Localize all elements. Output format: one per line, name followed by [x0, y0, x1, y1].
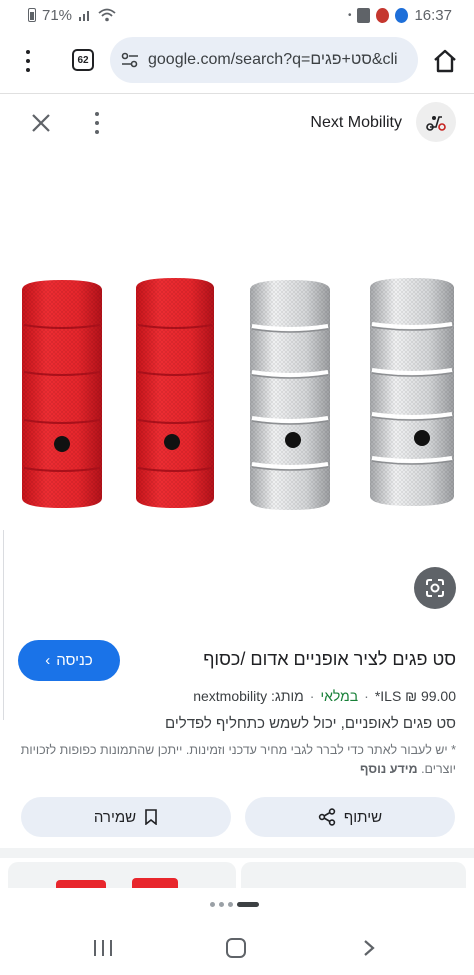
address-bar[interactable]: google.com/search?q=סט+פגים&cli — [110, 37, 418, 83]
product-image[interactable] — [0, 150, 474, 630]
divider — [0, 93, 474, 94]
more-options-icon[interactable] — [92, 112, 102, 134]
red-peg — [136, 278, 214, 508]
battery-icon — [28, 8, 36, 22]
share-button[interactable]: שיתוף — [245, 797, 455, 837]
silver-peg — [250, 280, 330, 510]
separator: · — [309, 688, 315, 704]
browser-menu-icon[interactable] — [18, 50, 38, 72]
scooter-icon — [426, 116, 446, 131]
save-button[interactable]: שמירה — [21, 797, 231, 837]
bike-pegs-photo — [22, 278, 454, 510]
visit-button[interactable]: ‹ כניסה — [18, 640, 120, 681]
chevron-left-icon: ‹ — [45, 652, 51, 669]
image-viewer-header: Next Mobility — [0, 100, 474, 146]
status-bar: 71% • 16:37 — [0, 0, 474, 30]
share-icon — [318, 808, 336, 826]
red-peg — [22, 280, 102, 508]
product-description: סט פגים לאופניים, יכול לשמש כתחליף לפדלי… — [165, 715, 456, 732]
system-nav-bar — [0, 930, 474, 975]
recent-apps-icon[interactable] — [94, 940, 112, 958]
site-settings-icon[interactable] — [120, 50, 140, 70]
browser-toolbar: 62 google.com/search?q=סט+פגים&cli — [0, 36, 474, 86]
divider — [0, 848, 474, 858]
signal-icon — [79, 11, 90, 21]
home-icon[interactable] — [432, 48, 458, 74]
visit-label: כניסה — [56, 652, 93, 669]
lens-icon — [426, 579, 444, 597]
google-lens-button[interactable] — [414, 567, 456, 609]
wifi-icon — [98, 8, 116, 22]
app-notification-icon — [395, 7, 409, 23]
site-favicon[interactable] — [416, 102, 456, 142]
stock-status: במלאי — [320, 688, 359, 704]
save-label: שמירה — [93, 808, 137, 826]
file-notification-icon — [357, 7, 371, 23]
home-nav-icon[interactable] — [226, 938, 246, 958]
tab-switcher-button[interactable]: 62 — [72, 49, 94, 71]
close-icon[interactable] — [30, 112, 52, 134]
separator: · — [364, 688, 369, 704]
bookmark-icon — [145, 809, 157, 825]
dot-icon: • — [347, 9, 352, 21]
battery-level: 71% — [42, 6, 73, 24]
page-indicator — [210, 902, 259, 907]
product-title: סט פגים לציר אופניים אדום /כסוף — [203, 649, 456, 669]
disclaimer: * יש לעבור לאתר כדי לברר לגבי מחיר עדכני… — [16, 741, 456, 779]
price: 99.00 ₪ ILS* — [374, 688, 456, 704]
silver-peg — [370, 278, 454, 506]
url-text: google.com/search?q=סט+פגים&cli — [148, 51, 398, 68]
clock: 16:37 — [414, 6, 452, 24]
more-info-link[interactable]: מידע נוסף — [360, 762, 418, 776]
scroll-edge — [0, 530, 4, 720]
back-icon[interactable] — [362, 939, 376, 957]
site-name[interactable]: Next Mobility — [310, 114, 402, 132]
share-label: שיתוף — [343, 808, 383, 826]
app-notification-icon — [376, 7, 390, 23]
product-meta: 99.00 ₪ ILS* · במלאי · מותג: nextmobilit… — [193, 688, 456, 704]
brand: מותג: nextmobility — [193, 688, 304, 704]
